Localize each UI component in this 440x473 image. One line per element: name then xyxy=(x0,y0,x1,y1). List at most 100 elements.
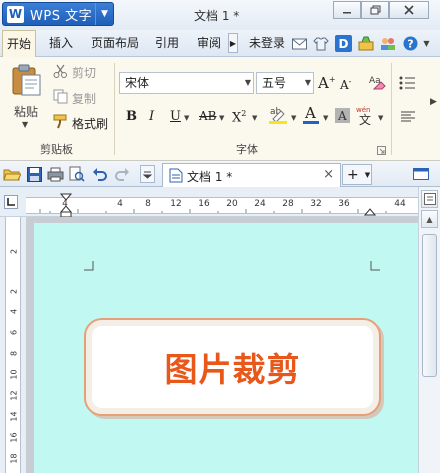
font-color-label: A xyxy=(304,104,316,122)
document-tab[interactable]: 文档 1 * × xyxy=(162,163,341,187)
horizontal-ruler[interactable]: 4 4 8 12 16 20 24 28 32 36 44 xyxy=(0,187,440,218)
align-left-icon[interactable] xyxy=(399,110,417,127)
scissors-icon[interactable] xyxy=(53,64,68,82)
crop-mark-top-right xyxy=(370,261,380,271)
tab-stop-selector[interactable] xyxy=(4,195,18,209)
new-tab-dropdown-icon[interactable]: ▼ xyxy=(365,171,370,179)
tab-page-layout[interactable]: 页面布局 xyxy=(89,30,141,57)
document-canvas[interactable]: 图片裁剪 xyxy=(26,217,418,473)
new-tab-button[interactable]: + ▼ xyxy=(342,164,372,185)
underline-dropdown-icon[interactable]: ▼ xyxy=(184,114,189,122)
redo-icon[interactable] xyxy=(113,165,131,183)
customize-toolbar-icon[interactable] xyxy=(140,165,155,183)
user-avatars-icon[interactable] xyxy=(379,35,396,52)
ruler-label: 4 xyxy=(9,308,19,315)
restore-button[interactable] xyxy=(361,1,389,19)
print-preview-icon[interactable] xyxy=(68,165,86,183)
help-dropdown-icon[interactable]: ▼ xyxy=(418,35,435,52)
ruler-label: 6 xyxy=(9,329,19,336)
mail-icon[interactable] xyxy=(291,35,308,52)
split-view-icon[interactable] xyxy=(421,190,438,208)
minimize-button[interactable] xyxy=(333,1,361,19)
window-title: 文档 1 * xyxy=(194,9,240,23)
undo-icon[interactable] xyxy=(91,165,109,183)
close-tab-icon[interactable]: × xyxy=(323,167,334,182)
ruler-ticks xyxy=(39,209,387,213)
ruler-label: 4 xyxy=(117,199,123,209)
shrink-font-button[interactable]: A- xyxy=(340,77,351,92)
phonetic-dropdown-icon[interactable]: ▼ xyxy=(378,114,383,122)
font-size-select[interactable]: 五号 ▼ xyxy=(256,72,314,94)
font-name-dropdown-icon[interactable]: ▼ xyxy=(245,73,251,93)
tab-references[interactable]: 引用 xyxy=(153,30,181,57)
clipboard-group-label: 剪贴板 xyxy=(40,143,73,156)
grow-font-button[interactable]: A+ xyxy=(318,74,336,92)
scroll-thumb[interactable] xyxy=(422,234,437,377)
document-tab-label: 文档 1 * xyxy=(187,170,233,184)
vertical-ruler[interactable]: 2 2 4 6 8 10 12 14 16 18 xyxy=(0,217,26,473)
paste-button-label[interactable]: 粘贴 xyxy=(14,103,38,120)
strikethrough-dropdown-icon[interactable]: ▼ xyxy=(219,114,224,122)
paste-icon[interactable] xyxy=(10,63,42,100)
tab-scroll-right-icon[interactable]: ▶ xyxy=(228,33,238,53)
ruler-label: 2 xyxy=(9,288,19,295)
menu-bar: 开始 插入 页面布局 引用 审阅 ▶ 未登录 D ? ▼ xyxy=(0,30,440,58)
ruler-strip: 4 4 8 12 16 20 24 28 32 36 44 xyxy=(26,197,418,214)
window-list-icon[interactable] xyxy=(413,165,429,183)
crop-mark-top-left xyxy=(84,261,94,271)
ruler-label: 12 xyxy=(9,390,19,401)
text-frame[interactable]: 图片裁剪 xyxy=(84,318,381,416)
font-size-dropdown-icon[interactable]: ▼ xyxy=(305,73,311,93)
clear-format-icon[interactable]: Aa xyxy=(368,72,386,93)
bold-button[interactable]: B xyxy=(126,109,137,124)
copy-icon[interactable] xyxy=(53,89,68,107)
highlight-icon[interactable]: ab xyxy=(267,105,291,128)
app-name: WPS 文字 xyxy=(30,8,93,24)
open-folder-icon[interactable] xyxy=(3,165,21,183)
font-name-select[interactable]: 宋体 ▼ xyxy=(119,72,254,94)
highlight-dropdown-icon[interactable]: ▼ xyxy=(291,114,296,122)
skin-shirt-icon[interactable] xyxy=(312,35,329,52)
font-color-icon[interactable]: A xyxy=(302,104,320,129)
tab-insert[interactable]: 插入 xyxy=(47,30,75,57)
vertical-scrollbar[interactable]: ▲ xyxy=(418,187,440,473)
underline-button[interactable]: U xyxy=(170,109,181,124)
document-icon xyxy=(169,168,183,186)
ruler-label: 8 xyxy=(145,199,151,209)
save-icon[interactable] xyxy=(25,165,43,183)
tab-review[interactable]: 审阅 xyxy=(195,30,223,57)
help-icon[interactable]: ? xyxy=(402,35,419,52)
format-painter-icon[interactable] xyxy=(53,114,69,132)
phonetic-guide-icon[interactable]: wén 文 xyxy=(356,104,378,129)
strikethrough-button[interactable]: AB xyxy=(199,109,216,123)
italic-button[interactable]: I xyxy=(149,109,154,124)
document-page[interactable]: 图片裁剪 xyxy=(34,223,418,473)
close-window-button[interactable] xyxy=(389,1,429,19)
tools-box-icon[interactable] xyxy=(357,35,374,52)
font-color-dropdown-icon[interactable]: ▼ xyxy=(323,114,328,122)
char-shading-icon[interactable]: A xyxy=(335,108,350,126)
ruler-label: 36 xyxy=(338,199,350,209)
app-menu-button[interactable]: W WPS 文字 ▼ xyxy=(2,2,114,26)
ribbon-scroll-right-icon[interactable]: ▶ xyxy=(430,97,437,107)
docer-d-icon[interactable]: D xyxy=(335,35,352,52)
superscript-label: X xyxy=(232,110,242,126)
font-dialog-launcher-icon[interactable] xyxy=(377,144,386,158)
superscript-button[interactable]: X2 xyxy=(232,109,246,125)
app-menu-caret-icon[interactable]: ▼ xyxy=(95,3,113,25)
group-divider xyxy=(391,63,392,155)
bullet-list-icon[interactable] xyxy=(399,75,417,94)
print-icon[interactable] xyxy=(46,165,64,183)
format-painter-button[interactable]: 格式刷 xyxy=(72,115,108,132)
group-divider xyxy=(114,63,115,155)
cut-button[interactable]: 剪切 xyxy=(72,64,96,81)
scroll-up-icon[interactable]: ▲ xyxy=(421,210,438,228)
superscript-dropdown-icon[interactable]: ▼ xyxy=(252,114,257,122)
font-group-label: 字体 xyxy=(236,143,258,156)
login-status[interactable]: 未登录 xyxy=(249,30,285,57)
copy-button[interactable]: 复制 xyxy=(72,90,96,107)
wps-logo-icon: W xyxy=(7,5,24,23)
paste-dropdown-icon[interactable]: ▼ xyxy=(22,120,28,129)
tab-start[interactable]: 开始 xyxy=(2,30,37,58)
document-heading[interactable]: 图片裁剪 xyxy=(165,343,301,391)
